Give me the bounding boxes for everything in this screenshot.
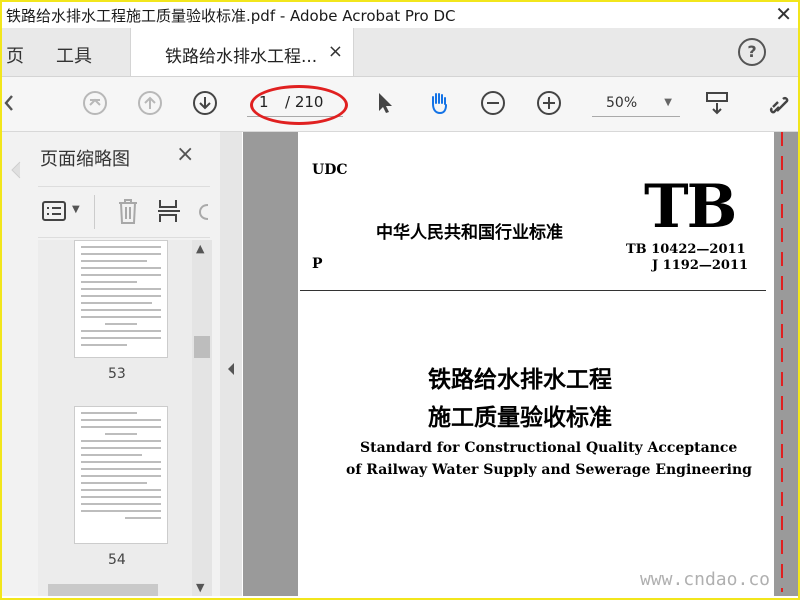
tab-tools[interactable]: 工具	[56, 42, 92, 68]
standard-mark: TB	[644, 172, 737, 242]
chevron-down-icon: ▼	[664, 97, 672, 108]
thumbnail-page[interactable]	[74, 240, 168, 358]
right-edge-annotation	[781, 132, 783, 592]
zoom-in-icon[interactable]	[536, 90, 562, 116]
previous-page-icon[interactable]	[137, 90, 163, 116]
tab-document[interactable]: 铁路给水排水工程... ×	[130, 28, 354, 76]
thumbnail-options-icon[interactable]	[42, 199, 68, 223]
issuer-label: 中华人民共和国行业标准	[376, 223, 563, 243]
document-viewport: UDC TB 中华人民共和国行业标准 TB 10422—2011 J 1192—…	[243, 132, 798, 596]
watermark: www.cndao.co	[639, 569, 770, 590]
insert-page-icon[interactable]	[156, 197, 182, 225]
link-icon[interactable]	[768, 90, 794, 116]
nav-back-icon[interactable]	[2, 90, 28, 116]
toolbar-divider	[94, 195, 95, 229]
toolbar: 1 / 210 50% ▼	[2, 77, 798, 132]
scroll-down-icon[interactable]: ▼	[196, 581, 204, 594]
thumbnail-page-number: 53	[108, 366, 126, 382]
delete-page-icon[interactable]	[116, 197, 140, 225]
first-page-icon[interactable]	[82, 90, 108, 116]
zoom-select[interactable]: 50% ▼	[592, 90, 680, 117]
title-en-line2: of Railway Water Supply and Sewerage Eng…	[346, 462, 752, 478]
scrollbar-thumb[interactable]	[194, 336, 210, 358]
thumbnail-toolbar: ▼	[38, 186, 210, 238]
zoom-value: 50%	[606, 95, 638, 111]
panel-collapse-handle[interactable]	[220, 132, 242, 596]
tab-bar: 页 工具 铁路给水排水工程... × ?	[2, 28, 798, 77]
select-tool-icon[interactable]	[372, 90, 398, 116]
panel-title: 页面缩略图	[40, 149, 130, 170]
page-display-icon[interactable]	[704, 90, 730, 116]
thumbnail-page[interactable]	[74, 406, 168, 544]
document-page: UDC TB 中华人民共和国行业标准 TB 10422—2011 J 1192—…	[298, 132, 774, 596]
registration-code: J 1192—2011	[652, 258, 749, 273]
annotation-ellipse	[250, 85, 348, 125]
scroll-up-icon[interactable]: ▲	[196, 242, 204, 255]
chevron-down-icon[interactable]: ▼	[72, 204, 80, 215]
tab-home[interactable]: 页	[6, 42, 24, 68]
zoom-out-icon[interactable]	[480, 90, 506, 116]
title-en-line1: Standard for Constructional Quality Acce…	[360, 440, 738, 456]
divider-rule	[300, 290, 766, 291]
panel-pointer-icon	[11, 161, 21, 179]
window-close-icon[interactable]: ✕	[775, 2, 792, 26]
help-icon[interactable]: ?	[738, 38, 766, 66]
thumbnail-panel: 页面缩略图 × ▼ 53 54 ▲ ▼	[2, 132, 221, 596]
window-title: 铁路给水排水工程施工质量验收标准.pdf - Adobe Acrobat Pro…	[6, 7, 456, 25]
classification-label: P	[312, 256, 323, 272]
rotate-page-icon[interactable]	[198, 201, 210, 223]
collapse-arrow-icon[interactable]	[226, 362, 236, 376]
title-cn-line2: 施工质量验收标准	[428, 405, 612, 431]
thumbnail-page-number: 54	[108, 552, 126, 568]
udc-label: UDC	[312, 162, 348, 178]
hand-tool-icon[interactable]	[426, 90, 452, 116]
standard-code: TB 10422—2011	[626, 242, 746, 257]
panel-close-icon[interactable]: ×	[176, 142, 194, 167]
horizontal-scrollbar-thumb[interactable]	[48, 584, 158, 596]
thumbnail-scrollbar[interactable]: ▲ ▼	[192, 240, 212, 596]
next-page-icon[interactable]	[192, 90, 218, 116]
title-cn-line1: 铁路给水排水工程	[428, 367, 612, 393]
tab-close-icon[interactable]: ×	[328, 41, 343, 62]
thumbnail-list: 53 54	[38, 240, 192, 596]
title-bar: 铁路给水排水工程施工质量验收标准.pdf - Adobe Acrobat Pro…	[2, 2, 798, 28]
tab-document-label: 铁路给水排水工程...	[165, 47, 318, 67]
